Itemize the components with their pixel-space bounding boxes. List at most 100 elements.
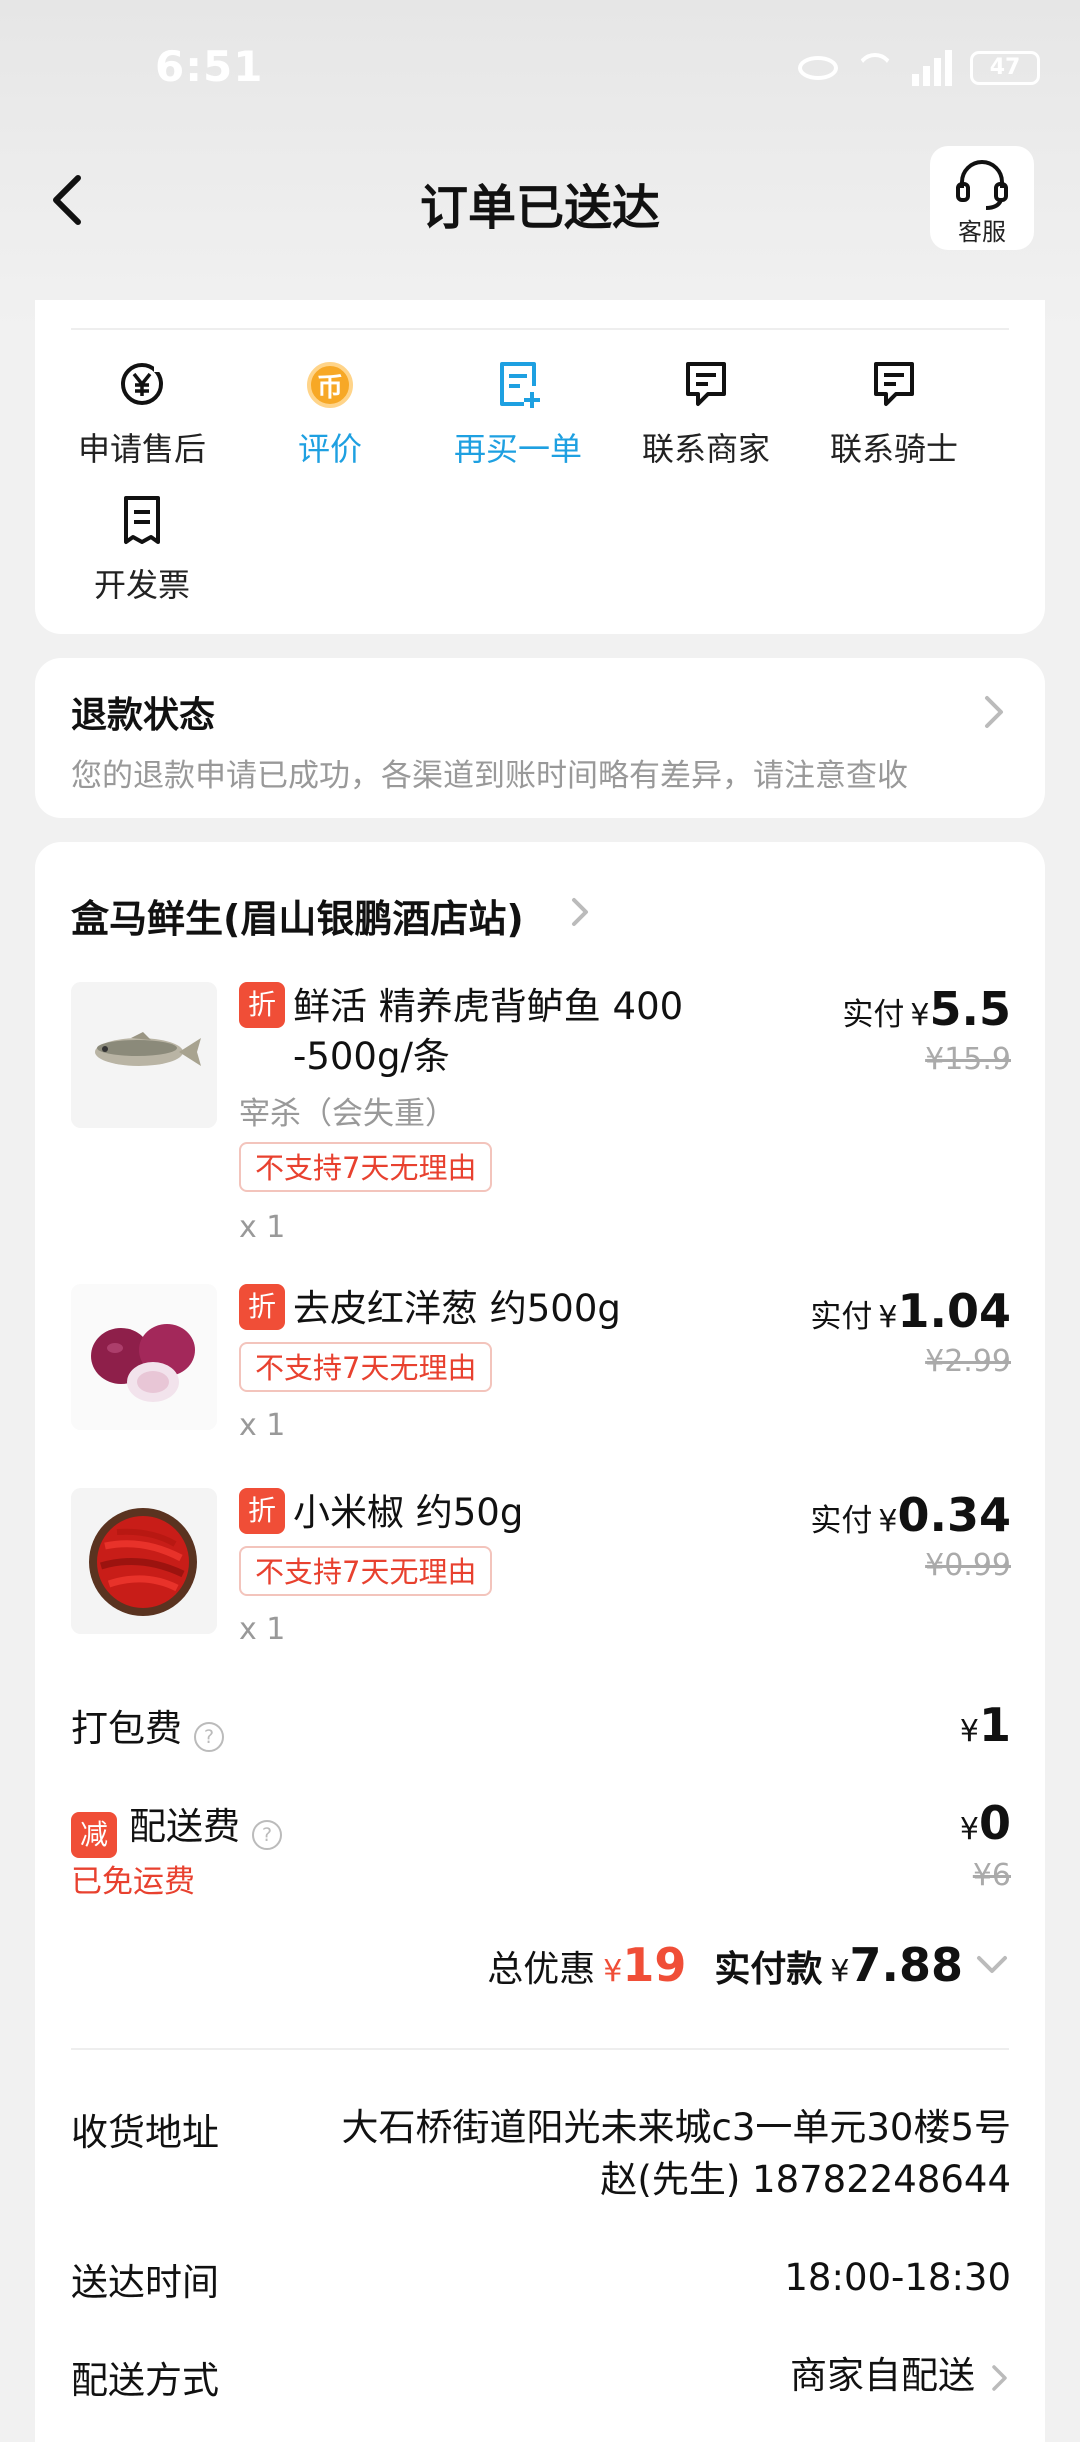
discount-tag: 折 — [239, 982, 285, 1028]
refund-title: 退款状态 — [71, 695, 216, 736]
address-line: 大石桥街道阳光未来城c3一单元30楼5号 — [341, 2106, 1011, 2149]
refund-status-card[interactable]: 退款状态 您的退款申请已成功，各渠道到账时间略有差异，请注意查收 — [35, 658, 1045, 818]
paid-amount: 1.04 — [897, 1284, 1012, 1338]
delivery-method-value: 商家自配送 — [790, 2350, 1011, 2402]
refund-description: 您的退款申请已成功，各渠道到账时间略有差异，请注意查收 — [71, 758, 908, 794]
signal-icon — [912, 50, 952, 86]
wifi-icon — [856, 53, 894, 83]
item-paid-price: 实付 ¥0.34 — [810, 1488, 1011, 1542]
after-sales-button[interactable]: 申请售后 — [47, 358, 237, 470]
item-quantity: x 1 — [239, 1210, 286, 1245]
customer-service-button[interactable]: 客服 — [930, 146, 1034, 250]
item-name-line1: 鲜活 精养虎背鲈鱼 400 — [293, 985, 684, 1028]
product-image-chili — [71, 1488, 217, 1634]
order-item[interactable]: 折鲜活 精养虎背鲈鱼 400 -500g/条 宰杀（会失重） 不支持7天无理由 … — [71, 982, 1011, 1245]
discount-tag: 折 — [239, 1284, 285, 1330]
status-time: 6:51 — [155, 42, 264, 91]
recipient-contact: 赵(先生) 18782248644 — [600, 2158, 1011, 2201]
item-paid-price: 实付 ¥5.5 — [842, 982, 1011, 1036]
help-icon[interactable]: ? — [252, 1819, 282, 1850]
coin-icon: 币 — [235, 358, 425, 414]
contact-merchant-button[interactable]: 联系商家 — [611, 358, 801, 470]
help-icon[interactable]: ? — [194, 1721, 224, 1752]
packing-fee-label: 打包费 — [71, 1707, 182, 1750]
delivery-method-label: 配送方式 — [71, 2359, 219, 2402]
product-image-onion — [71, 1284, 217, 1430]
delivery-fee-original: ¥6 — [972, 1858, 1011, 1893]
delivery-time-row: 送达时间 18:00-18:30 — [71, 2252, 1011, 2312]
divider — [71, 2048, 1009, 2050]
address-value: 大石桥街道阳光未来城c3一单元30楼5号 赵(先生) 18782248644 — [341, 2102, 1011, 2206]
order-total-row[interactable]: 总优惠 ¥ 19 实付款 ¥ 7.88 — [487, 1938, 1009, 1992]
order-actions-card: 申请售后 币 评价 再买一单 联系商家 联系骑士 开发票 — [35, 300, 1045, 634]
page-title: 订单已送达 — [419, 180, 660, 236]
delivery-method-text: 商家自配送 — [790, 2354, 975, 2397]
chevron-right-icon[interactable] — [567, 894, 593, 930]
chat-icon — [799, 358, 989, 414]
invoice-button[interactable]: 开发票 — [47, 494, 237, 606]
divider — [71, 328, 1009, 330]
paid-label: 实付 — [842, 997, 905, 1033]
chevron-right-icon — [985, 696, 1003, 728]
delivery-method-row[interactable]: 配送方式 商家自配送 — [71, 2350, 1011, 2410]
yen-circle-icon — [47, 358, 237, 414]
chevron-right-icon — [992, 2364, 1007, 2391]
reduce-tag: 减 — [71, 1811, 117, 1858]
contact-rider-label: 联系骑士 — [829, 430, 958, 468]
currency-symbol: ¥ — [603, 1954, 623, 1989]
chat-icon — [611, 358, 801, 414]
currency-symbol: ¥ — [910, 998, 930, 1033]
delivery-time-label: 送达时间 — [71, 2261, 219, 2304]
store-name[interactable]: 盒马鲜生(眉山银鹏酒店站) — [71, 888, 524, 943]
chevron-down-icon — [977, 1956, 1007, 1973]
no-return-badge: 不支持7天无理由 — [239, 1546, 493, 1596]
packing-fee-value: ¥1 — [960, 1698, 1011, 1752]
item-name-line1: 小米椒 约50g — [293, 1491, 524, 1534]
item-name: 折小米椒 约50g — [239, 1488, 719, 1538]
item-original-price: ¥0.99 — [925, 1548, 1011, 1583]
order-item[interactable]: 折去皮红洋葱 约500g 不支持7天无理由 x 1 实付 ¥1.04 ¥2.99 — [71, 1284, 1012, 1443]
packing-fee-row: 打包费? ¥1 — [71, 1698, 1011, 1758]
item-name: 折去皮红洋葱 约500g — [239, 1284, 719, 1334]
item-quantity: x 1 — [239, 1612, 286, 1647]
total-discount-amount: 19 — [622, 1938, 687, 1992]
headset-icon — [956, 160, 1008, 210]
total-paid-amount: 7.88 — [849, 1938, 964, 1992]
paid-label: 实付 — [810, 1503, 873, 1539]
currency-symbol: ¥ — [959, 1812, 979, 1847]
no-return-badge: 不支持7天无理由 — [239, 1142, 493, 1192]
delivery-fee-row: 减配送费? ¥0 已免运费 ¥6 — [71, 1796, 1011, 1906]
review-button[interactable]: 币 评价 — [235, 358, 425, 470]
discount-tag: 折 — [239, 1488, 285, 1534]
review-label: 评价 — [297, 430, 362, 468]
currency-symbol: ¥ — [959, 1714, 979, 1749]
currency-symbol: ¥ — [830, 1954, 850, 1989]
total-discount-label: 总优惠 — [487, 1949, 596, 1990]
total-paid-label: 实付款 — [714, 1949, 823, 1990]
contact-merchant-label: 联系商家 — [641, 430, 770, 468]
after-sales-label: 申请售后 — [77, 430, 206, 468]
order-detail-card: 盒马鲜生(眉山银鹏酒店站) 折鲜活 精养虎背鲈鱼 400 -500g/条 宰杀（… — [35, 842, 1045, 2442]
receipt-icon — [47, 494, 237, 550]
address-label: 收货地址 — [71, 2111, 219, 2154]
item-quantity: x 1 — [239, 1408, 286, 1443]
order-item[interactable]: 折小米椒 约50g 不支持7天无理由 x 1 实付 ¥0.34 ¥0.99 — [71, 1488, 1011, 1647]
currency-symbol: ¥ — [878, 1504, 898, 1539]
item-name: 折鲜活 精养虎背鲈鱼 400 -500g/条 — [239, 982, 719, 1082]
item-name-line1: 去皮红洋葱 约500g — [293, 1287, 621, 1330]
delivery-fee-label: 配送费 — [129, 1805, 240, 1848]
contact-rider-button[interactable]: 联系骑士 — [799, 358, 989, 470]
address-row: 收货地址 大石桥街道阳光未来城c3一单元30楼5号 赵(先生) 18782248… — [71, 2102, 1011, 2212]
status-bar: 6:51 47 — [0, 0, 1080, 140]
item-original-price: ¥15.9 — [925, 1042, 1011, 1077]
product-image-fish — [71, 982, 217, 1128]
status-icons: 47 — [798, 50, 1040, 86]
rebuy-button[interactable]: 再买一单 — [423, 358, 613, 470]
rebuy-label: 再买一单 — [453, 430, 582, 468]
invoice-label: 开发票 — [93, 566, 190, 604]
item-original-price: ¥2.99 — [925, 1344, 1011, 1379]
item-spec: 宰杀（会失重） — [239, 1096, 456, 1132]
no-return-badge: 不支持7天无理由 — [239, 1342, 493, 1392]
free-shipping-note: 已免运费 — [71, 1864, 195, 1900]
customer-service-label: 客服 — [958, 218, 1006, 246]
